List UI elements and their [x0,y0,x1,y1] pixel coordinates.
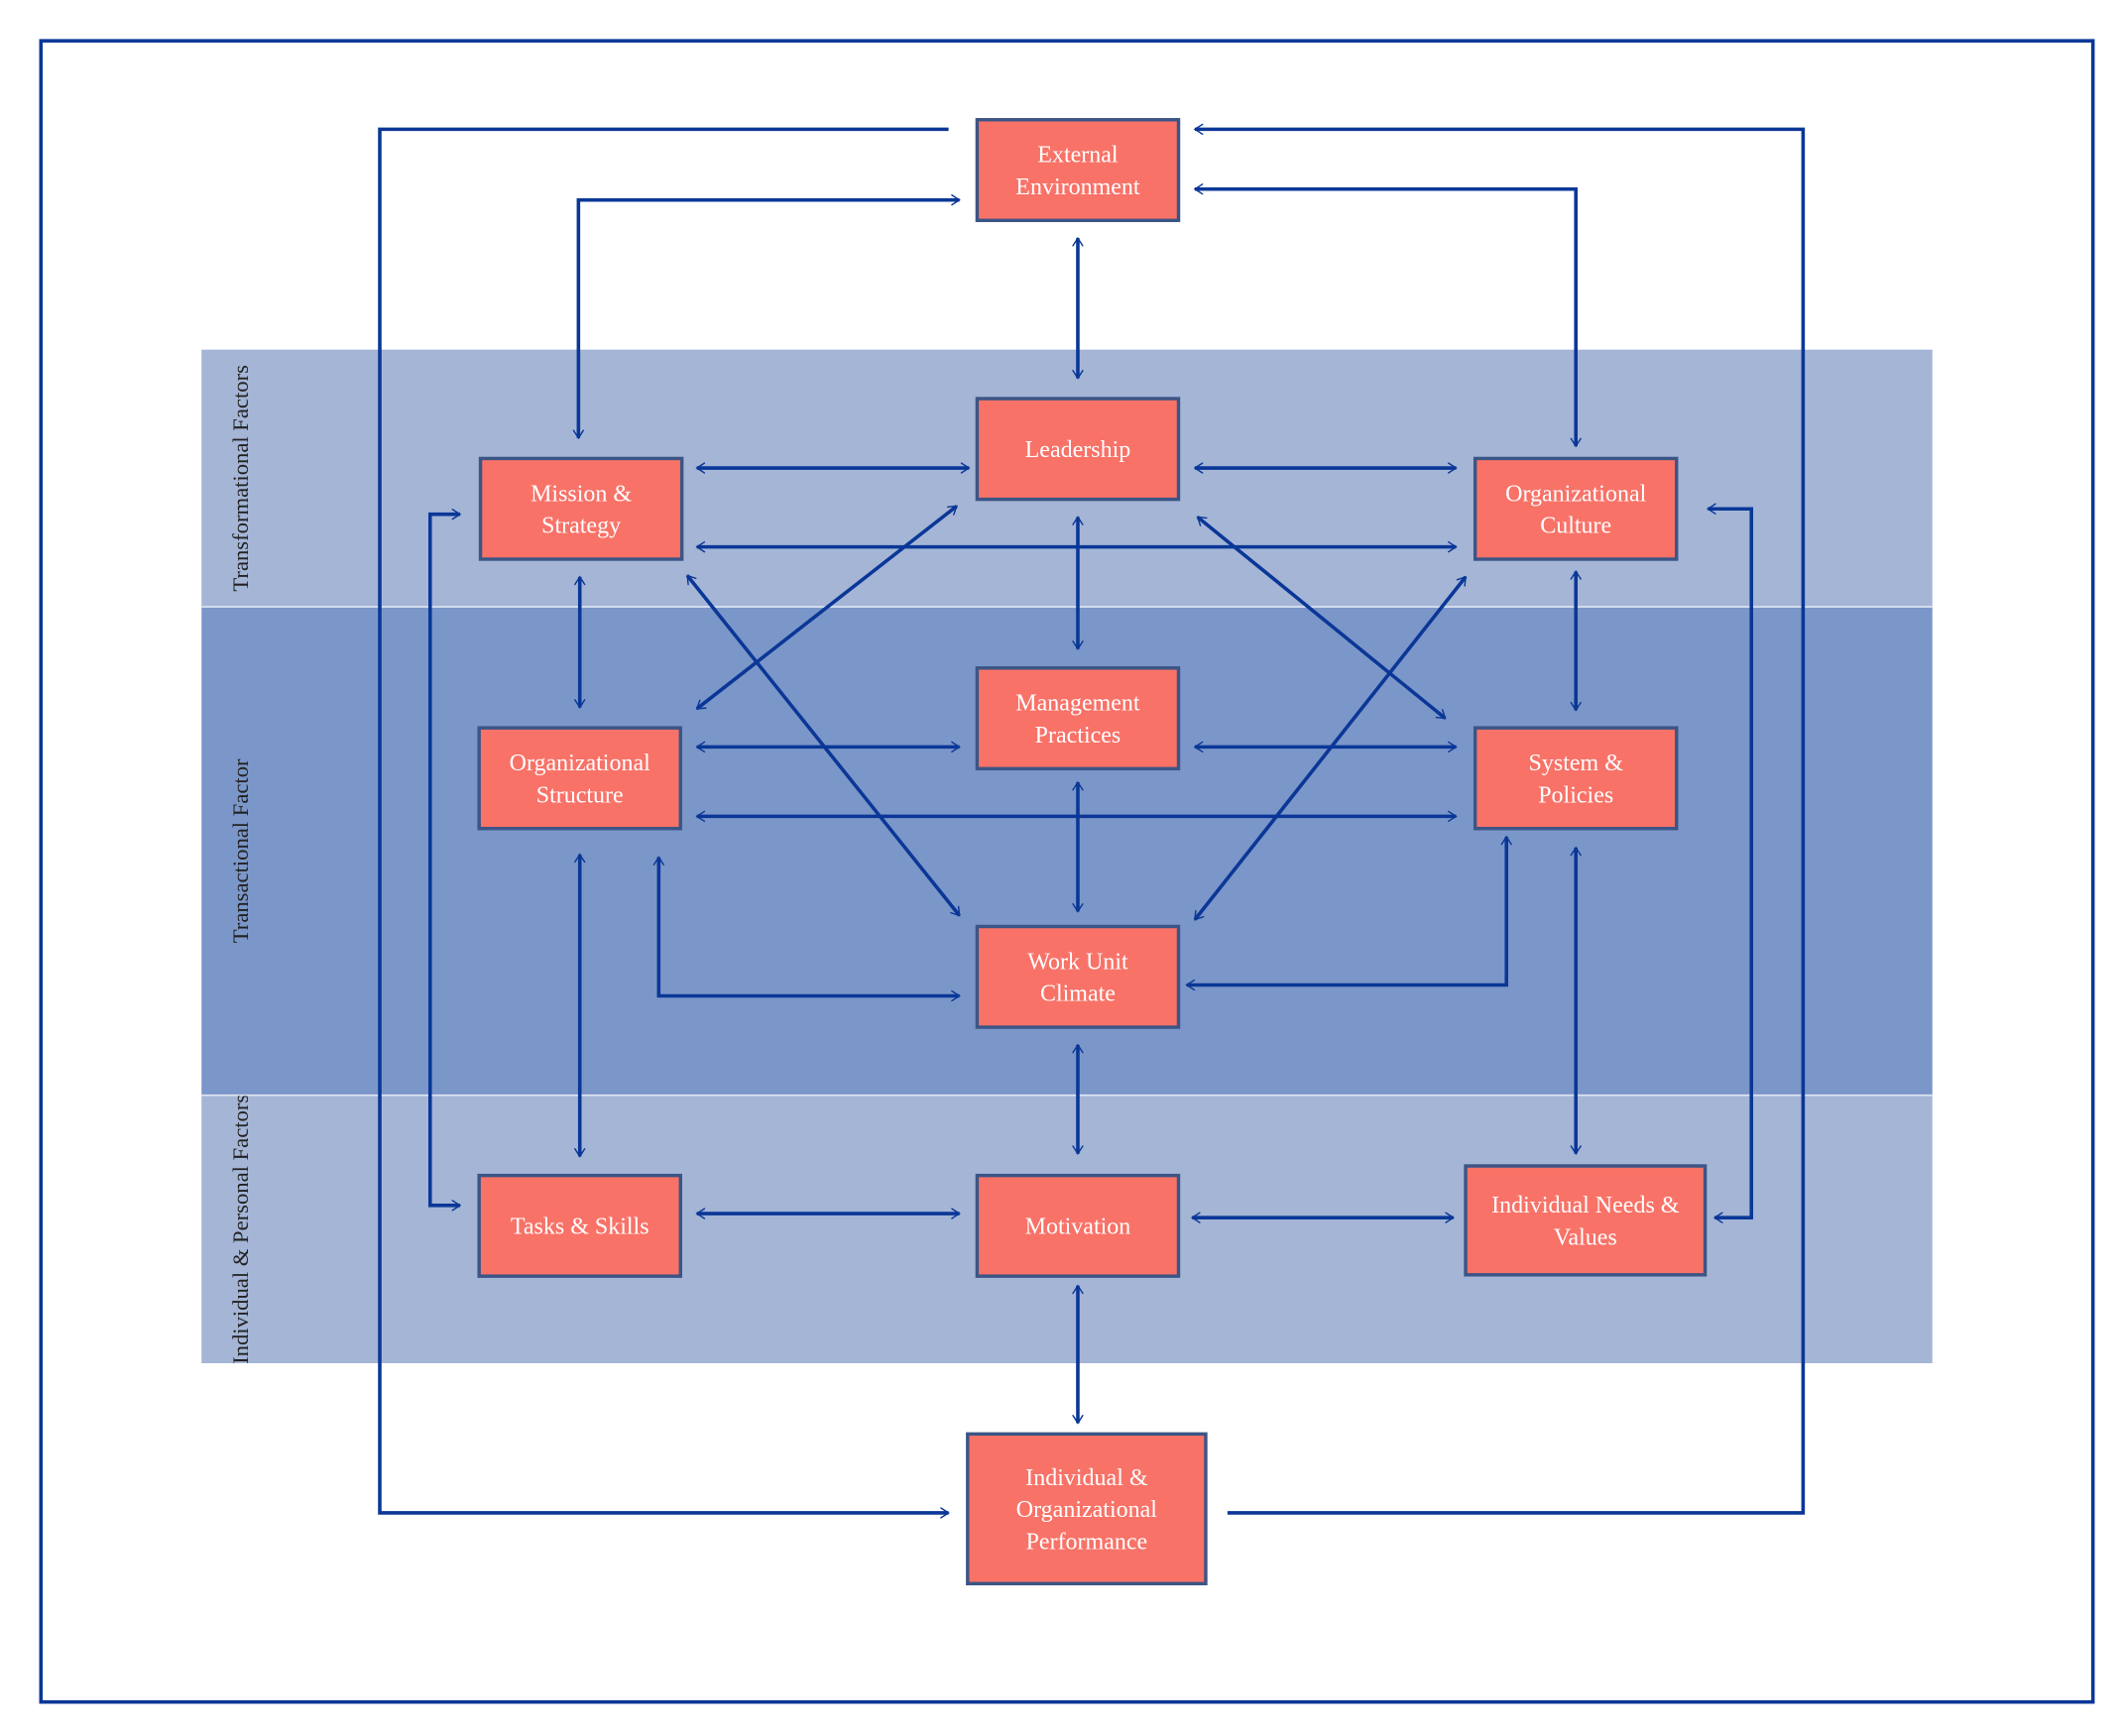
box-motivation: Motivation [975,1173,1181,1278]
box-structure: Organizational Structure [477,726,682,831]
box-tasks: Tasks & Skills [477,1173,682,1278]
box-label-line: Environment [1015,174,1140,200]
box-label-line: Values [1554,1224,1617,1250]
organizational-performance-diagram: Transformational Factors Transactional Fa… [39,39,2095,1704]
box-label-line: Climate [1040,982,1116,1007]
box-label: Leadership [1025,437,1131,463]
box-systems: System & Policies [1473,726,1679,831]
box-label: Motivation [1025,1215,1131,1240]
box-label-line: Performance [1026,1529,1148,1555]
box-label-line: Individual & [1025,1465,1148,1491]
box-label-line: Strategy [541,514,621,539]
box-leadership: Leadership [975,397,1181,502]
box-label-line: Policies [1538,782,1613,808]
box-label-line: External [1037,143,1119,169]
box-label-line: Organizational [510,751,651,776]
band-label-transactional: Transactional Factor [228,758,253,943]
box-label-line: Organizational [1505,481,1647,507]
box-mission: Mission & Strategy [478,456,684,561]
box-management: Management Practices [975,666,1181,771]
box-label: Tasks & Skills [511,1215,649,1240]
band-label-individual: Individual & Personal Factors [228,1095,253,1364]
box-label-line: Work Unit [1027,949,1128,975]
box-label: Individual & Organizational Performance [1016,1465,1158,1555]
box-climate: Work Unit Climate [975,924,1181,1029]
box-performance: Individual & Organizational Performance [966,1432,1208,1586]
box-label-line: Practices [1035,723,1121,749]
box-label-line: Structure [536,782,624,808]
box-needs: Individual Needs & Values [1464,1164,1708,1277]
box-label-line: Motivation [1025,1215,1131,1240]
box-label-line: Culture [1540,514,1611,539]
box-culture: Organizational Culture [1473,456,1679,561]
band-label-transformational: Transformational Factors [228,365,253,592]
box-label-line: Organizational [1016,1497,1158,1523]
box-label-line: Mission & [531,481,632,507]
box-label-line: Individual Needs & [1491,1193,1680,1218]
box-label-line: Tasks & Skills [511,1215,649,1240]
box-label-line: System & [1529,751,1624,776]
box-label-line: Management [1015,691,1140,717]
box-label-line: Leadership [1025,437,1131,463]
box-external: External Environment [975,118,1181,223]
